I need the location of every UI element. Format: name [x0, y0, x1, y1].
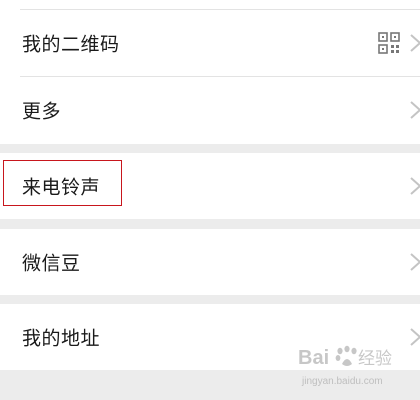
chevron-right-icon [410, 34, 420, 52]
settings-group-wechat-beans: 微信豆 [0, 229, 420, 295]
chevron-right-icon [410, 177, 420, 195]
chevron-right-icon [410, 101, 420, 119]
baidu-jingyan-watermark: Bai 经验 jingyan.baidu.com [298, 345, 392, 387]
menu-item-my-qr-code[interactable]: 我的二维码 [0, 10, 420, 76]
menu-item-label: 微信豆 [22, 252, 81, 275]
settings-screen: 我的二维码 更多 来电铃声 微信豆 我的地址 Bai 经验 jingyan.ba… [0, 0, 420, 400]
qr-code-icon [378, 32, 400, 54]
menu-item-more[interactable]: 更多 [0, 77, 420, 143]
settings-group-profile: 我的二维码 更多 [0, 0, 420, 144]
svg-text:jingyan.baidu.com: jingyan.baidu.com [301, 376, 383, 387]
menu-item-wechat-beans[interactable]: 微信豆 [0, 229, 420, 295]
chevron-right-icon [410, 328, 420, 346]
menu-item-label: 更多 [22, 100, 62, 123]
menu-item-label: 我的二维码 [22, 33, 120, 56]
svg-text:经验: 经验 [358, 349, 392, 369]
highlight-box [3, 160, 122, 206]
menu-item-label: 我的地址 [22, 327, 101, 350]
chevron-right-icon [410, 253, 420, 271]
svg-text:Bai: Bai [298, 347, 329, 369]
